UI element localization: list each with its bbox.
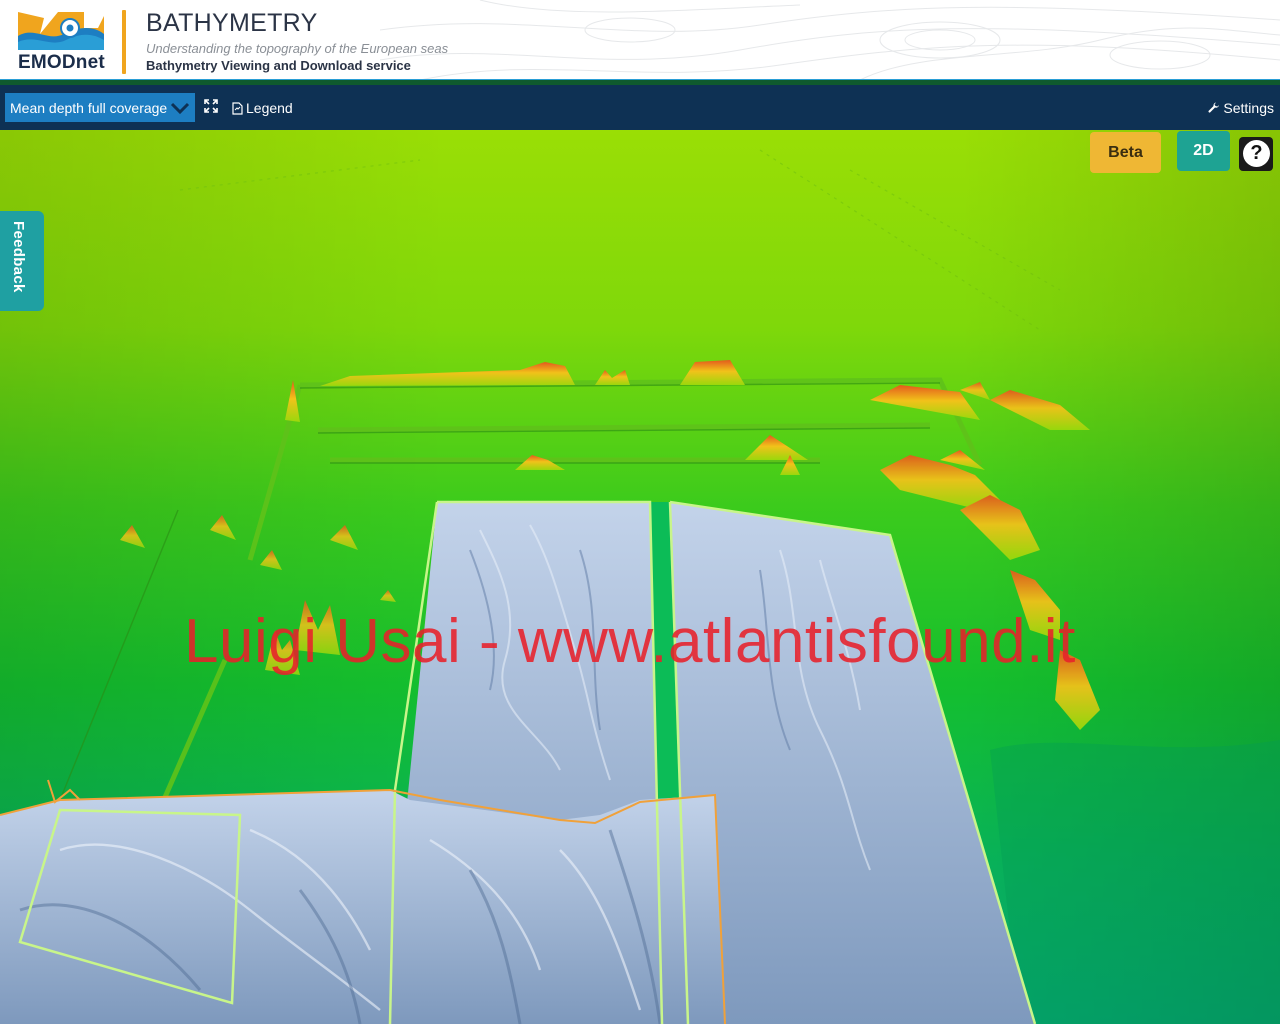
- expand-icon[interactable]: [204, 99, 218, 113]
- toolbar: Mean depth full coverage Legend Settings: [0, 85, 1280, 130]
- chevron-down-icon: [170, 102, 190, 115]
- service-name: Bathymetry Viewing and Download service: [146, 58, 411, 73]
- question-icon: ?: [1243, 140, 1270, 167]
- help-button[interactable]: ?: [1239, 137, 1273, 171]
- view-mode-toggle-button[interactable]: 2D: [1177, 131, 1230, 171]
- beta-button[interactable]: Beta: [1090, 132, 1161, 173]
- feedback-label: Feedback: [10, 221, 27, 293]
- document-icon: [232, 101, 243, 115]
- layer-select-value: Mean depth full coverage: [10, 100, 168, 116]
- contour-background: [380, 0, 1280, 80]
- settings-button[interactable]: Settings: [1207, 98, 1274, 118]
- map-3d-view[interactable]: Luigi Usai - www.atlantisfound.it: [0, 130, 1280, 1024]
- header-accent-bar: [0, 79, 1280, 80]
- page-title: BATHYMETRY: [146, 9, 318, 37]
- wrench-icon: [1208, 102, 1220, 113]
- layer-select[interactable]: Mean depth full coverage: [5, 93, 195, 122]
- app-header: EMODnet BATHYMETRY Understanding the top…: [0, 0, 1280, 80]
- page-subtitle: Understanding the topography of the Euro…: [146, 41, 449, 56]
- settings-label: Settings: [1223, 100, 1274, 116]
- logo-text: EMODnet: [18, 52, 105, 73]
- header-divider: [122, 10, 126, 74]
- bathymetry-terrain: [0, 130, 1280, 1024]
- legend-button[interactable]: Legend: [232, 98, 293, 118]
- legend-label: Legend: [246, 100, 293, 116]
- watermark-text: Luigi Usai - www.atlantisfound.it: [184, 607, 1076, 676]
- feedback-tab[interactable]: Feedback: [0, 211, 44, 311]
